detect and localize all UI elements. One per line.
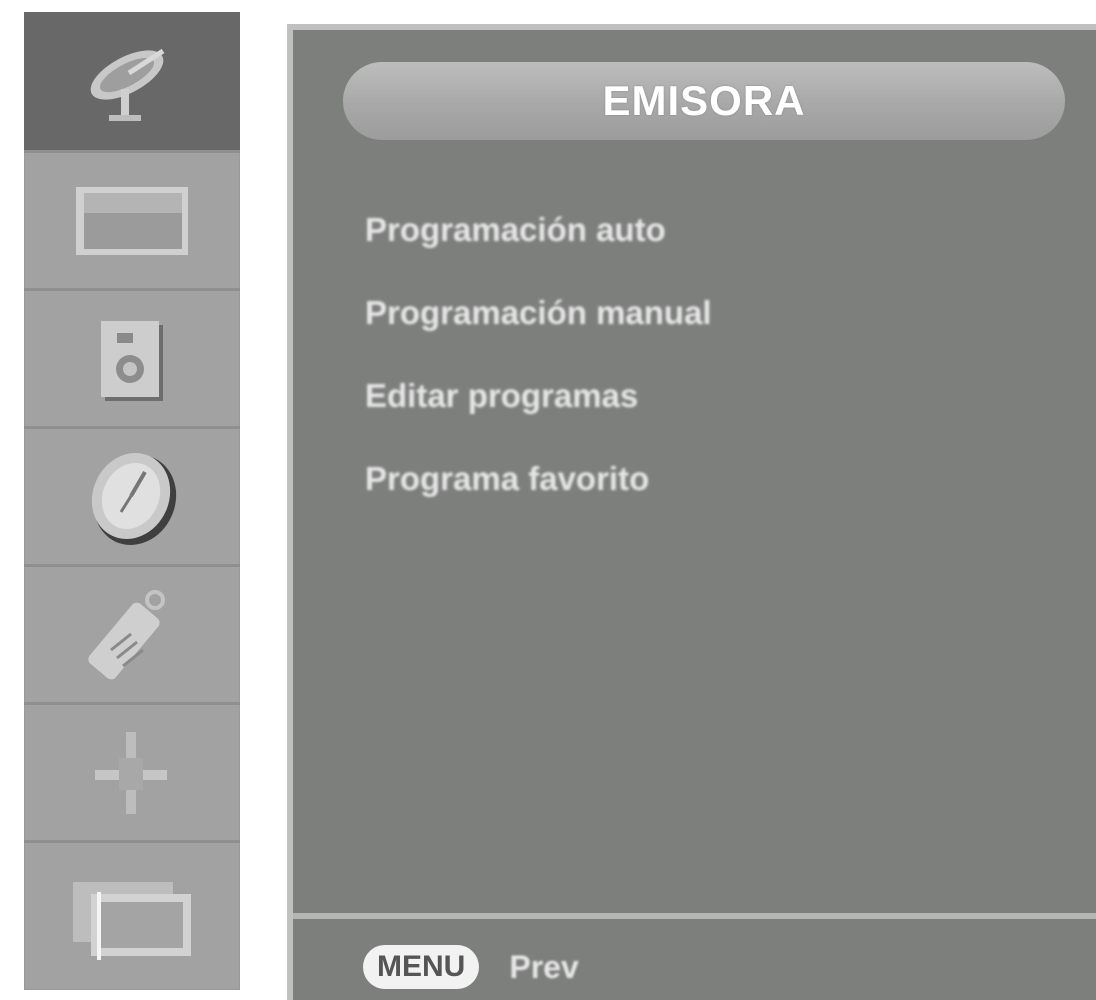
sidebar-item-audio[interactable]	[24, 288, 240, 426]
footer-divider	[293, 913, 1096, 919]
sidebar-item-time[interactable]	[24, 426, 240, 564]
picture-icon	[76, 186, 188, 255]
sidebar-item-station[interactable]	[24, 12, 240, 150]
clock-icon	[91, 452, 177, 545]
menu-key-button[interactable]: MENU	[363, 945, 480, 989]
sidebar-item-setup[interactable]	[24, 702, 240, 840]
menu-item-favorite-program[interactable]: Programa favorito	[365, 449, 712, 532]
screen-icon	[73, 881, 191, 960]
sidebar-item-screen[interactable]	[24, 840, 240, 990]
sidebar-item-picture[interactable]	[24, 150, 240, 288]
menu-item-auto-programming[interactable]: Programación auto	[365, 200, 712, 283]
footer-hint: MENU Prev	[363, 942, 579, 992]
category-sidebar	[24, 12, 240, 990]
audio-icon	[101, 320, 163, 401]
setup-icon	[95, 731, 167, 814]
special-icon	[88, 589, 165, 679]
menu-list: Programación auto Programación manual Ed…	[365, 200, 712, 532]
sidebar-item-special[interactable]	[24, 564, 240, 702]
station-menu-panel: EMISORA Programación auto Programación m…	[287, 24, 1096, 1000]
page-title: EMISORA	[602, 77, 806, 124]
footer-hint-text: Prev	[509, 948, 579, 985]
menu-item-manual-programming[interactable]: Programación manual	[365, 283, 712, 366]
menu-item-edit-programs[interactable]: Editar programas	[365, 366, 712, 449]
menu-title-bar: EMISORA	[343, 62, 1065, 140]
satellite-dish-icon	[90, 48, 165, 121]
